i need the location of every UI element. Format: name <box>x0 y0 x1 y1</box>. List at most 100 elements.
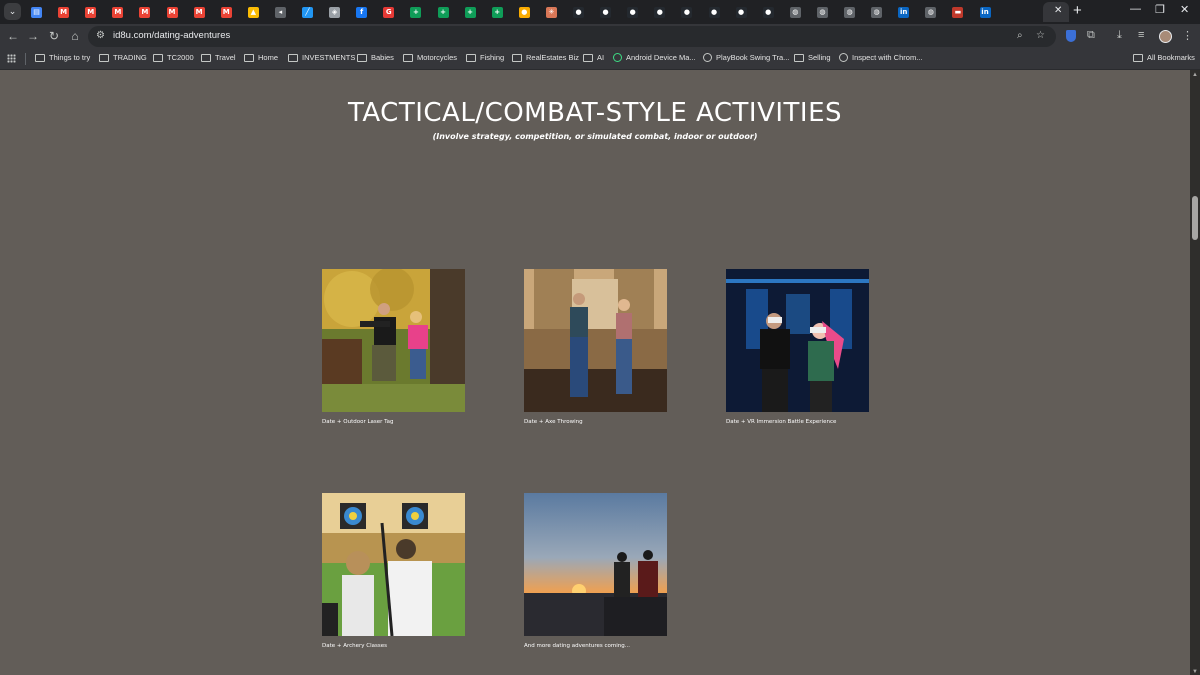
browser-tab[interactable]: ● <box>515 2 541 22</box>
linkedin-icon: in <box>898 6 910 18</box>
browser-tab[interactable]: ▲ <box>244 2 270 22</box>
tab-search-button[interactable]: ⌄ <box>4 3 21 20</box>
browser-tab[interactable]: M <box>190 2 216 22</box>
bookmark-item[interactable]: RealEstates Biz <box>512 53 579 62</box>
browser-tab[interactable]: ◍ <box>786 2 812 22</box>
bookmark-item[interactable]: PlayBook Swing Tra... <box>703 53 789 62</box>
extensions-icon[interactable]: ⧉ <box>1087 29 1095 42</box>
home-button[interactable]: ⌂ <box>68 29 82 43</box>
bookmark-star-icon[interactable]: ☆ <box>1036 30 1045 41</box>
browser-tab[interactable]: ● <box>623 2 649 22</box>
scrollbar[interactable]: ▲ ▼ <box>1190 70 1200 675</box>
sunset-photo[interactable] <box>524 493 667 636</box>
all-bookmarks[interactable]: All Bookmarks <box>1133 53 1195 62</box>
laser-tag-photo[interactable] <box>322 269 465 412</box>
bookmark-item[interactable]: AI <box>583 53 604 62</box>
folder-icon <box>288 53 298 62</box>
url-text[interactable]: id8u.com/dating-adventures <box>113 30 230 41</box>
browser-tab[interactable]: ◍ <box>813 2 839 22</box>
github-icon: ● <box>735 6 747 18</box>
browser-tab[interactable]: ▬ <box>948 2 974 22</box>
browser-tab[interactable]: + <box>434 2 460 22</box>
bookmark-item[interactable]: Things to try <box>35 53 90 62</box>
browser-tab[interactable]: in <box>976 2 1002 22</box>
window-close-icon[interactable]: ✕ <box>1180 3 1189 16</box>
bookmark-item[interactable]: Inspect with Chrom... <box>839 53 922 62</box>
browser-tab[interactable]: ● <box>596 2 622 22</box>
folder-icon <box>201 53 211 62</box>
reload-button[interactable]: ↻ <box>47 29 61 43</box>
bookmark-item[interactable]: Home <box>244 53 278 62</box>
browser-tab[interactable]: ◈ <box>325 2 351 22</box>
site-info-icon[interactable]: ⚙ <box>96 30 105 41</box>
browser-tab[interactable]: in <box>894 2 920 22</box>
minimize-icon[interactable]: — <box>1130 3 1141 15</box>
card-axe-throwing[interactable]: Date + Axe Throwing <box>524 269 667 425</box>
browser-tab[interactable]: M <box>135 2 161 22</box>
card-archery[interactable]: Date + Archery Classes <box>322 493 465 649</box>
browser-tab[interactable]: + <box>488 2 514 22</box>
bookmark-item[interactable]: INVESTMENTS <box>288 53 355 62</box>
close-tab-icon[interactable]: ✕ <box>1054 5 1062 16</box>
browser-tab[interactable]: M <box>217 2 243 22</box>
browser-tab[interactable]: ● <box>569 2 595 22</box>
back-button[interactable]: ← <box>6 29 20 43</box>
card-more-adventures[interactable]: And more dating adventures coming... <box>524 493 667 649</box>
browser-tab[interactable]: ● <box>732 2 758 22</box>
axe-throwing-photo[interactable] <box>524 269 667 412</box>
browser-tab[interactable]: M <box>54 2 80 22</box>
browser-tab[interactable]: M <box>108 2 134 22</box>
scroll-down-icon[interactable]: ▼ <box>1192 669 1198 675</box>
browser-tab[interactable]: f <box>352 2 378 22</box>
menu-icon[interactable]: ⋮ <box>1182 29 1193 42</box>
browser-tab[interactable]: ◍ <box>921 2 947 22</box>
globe-icon: ◍ <box>925 6 937 18</box>
bookmark-item[interactable]: Android Device Ma... <box>613 53 696 62</box>
restore-icon[interactable]: ❐ <box>1155 3 1165 16</box>
bookmark-item[interactable]: Motorcycles <box>403 53 457 62</box>
card-laser-tag[interactable]: Date + Outdoor Laser Tag <box>322 269 465 425</box>
media-control-icon[interactable]: ≡ <box>1138 29 1144 41</box>
browser-tab[interactable]: + <box>406 2 432 22</box>
profile-avatar[interactable] <box>1159 30 1172 43</box>
browser-tab[interactable]: ◍ <box>867 2 893 22</box>
scroll-up-icon[interactable]: ▲ <box>1192 72 1198 78</box>
new-tab-button[interactable]: + <box>1073 2 1082 19</box>
bookmark-item[interactable]: Travel <box>201 53 236 62</box>
browser-tab[interactable]: ◂ <box>271 2 297 22</box>
browser-tab[interactable]: ● <box>759 2 785 22</box>
browser-tab[interactable]: + <box>461 2 487 22</box>
browser-tab[interactable]: M <box>81 2 107 22</box>
apps-icon[interactable] <box>7 54 16 63</box>
bookmark-item[interactable]: TC2000 <box>153 53 194 62</box>
browser-tab[interactable]: ● <box>705 2 731 22</box>
bookmark-item[interactable]: Fishing <box>466 53 504 62</box>
browser-tab[interactable]: ● <box>677 2 703 22</box>
browser-tab[interactable]: ╱ <box>298 2 324 22</box>
vr-battle-photo[interactable] <box>726 269 869 412</box>
folder-icon <box>794 53 804 62</box>
address-bar[interactable]: ⚙ id8u.com/dating-adventures ⌕ ☆ <box>88 26 1056 47</box>
folder-icon <box>403 53 413 62</box>
browser-tab[interactable]: ▤ <box>27 2 53 22</box>
folder-icon <box>35 53 45 62</box>
scroll-thumb[interactable] <box>1192 196 1198 240</box>
browser-tab[interactable]: M <box>163 2 189 22</box>
archery-photo[interactable] <box>322 493 465 636</box>
bookmark-item[interactable]: Selling <box>794 53 831 62</box>
card-caption: Date + Axe Throwing <box>524 419 583 425</box>
downloads-icon[interactable]: ⤓ <box>1117 29 1122 42</box>
browser-tab[interactable]: ● <box>650 2 676 22</box>
flag-icon: ▬ <box>952 6 964 18</box>
zoom-icon[interactable]: ⌕ <box>1017 30 1023 41</box>
card-vr-battle[interactable]: Date + VR Immersion Battle Experience <box>726 269 869 425</box>
bitwarden-extension-icon[interactable] <box>1066 30 1076 42</box>
browser-tab[interactable]: ◍ <box>840 2 866 22</box>
browser-tab[interactable]: G <box>379 2 405 22</box>
bookmark-label: PlayBook Swing Tra... <box>716 53 790 62</box>
bookmark-item[interactable]: Babies <box>357 53 394 62</box>
forward-button[interactable]: → <box>26 29 40 43</box>
bookmark-item[interactable]: TRADING <box>99 53 147 62</box>
browser-tab[interactable]: ✳ <box>542 2 568 22</box>
globe-icon: ◍ <box>789 6 801 18</box>
